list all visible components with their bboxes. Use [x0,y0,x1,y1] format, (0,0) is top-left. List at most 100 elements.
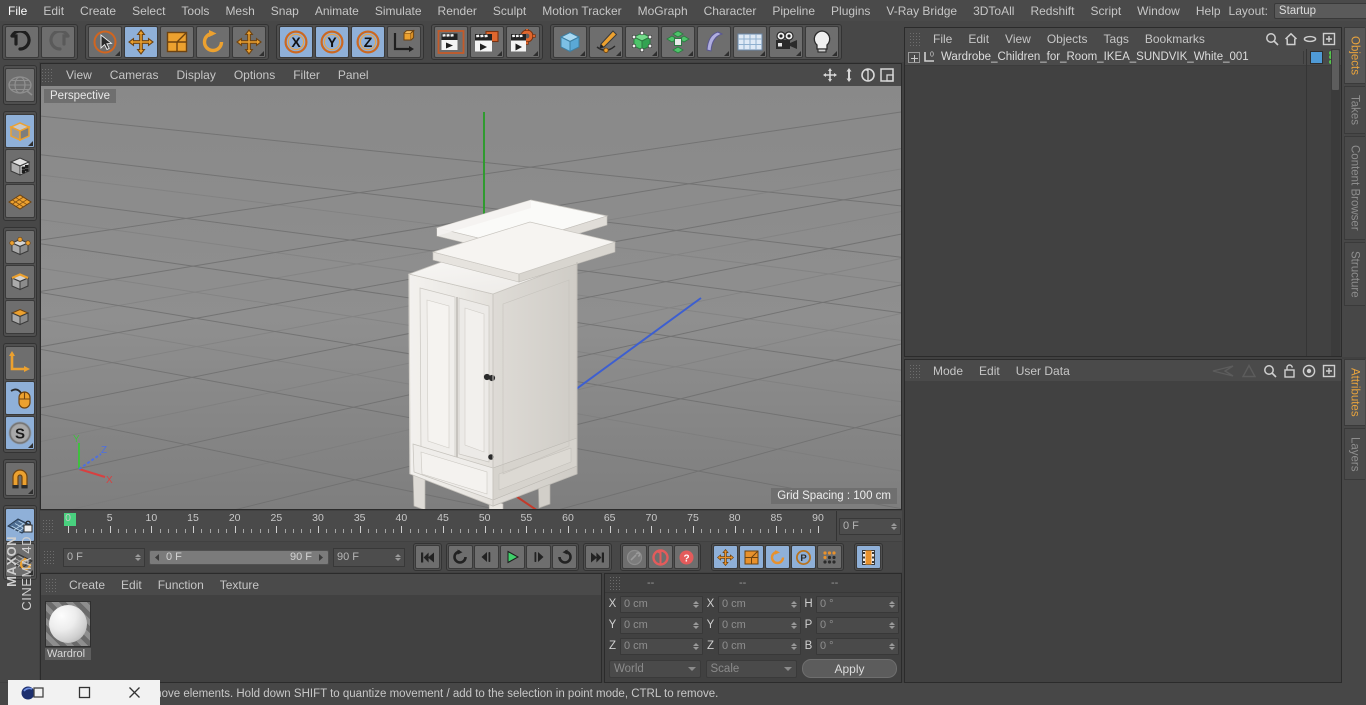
end-frame-field[interactable]: 90 F [333,547,405,567]
search-attributes-icon[interactable] [1263,364,1277,378]
position-z-field[interactable]: 0 cm [620,637,703,655]
timeline-current-frame-field[interactable]: 0 F [836,511,902,541]
viewport-menu-panel[interactable]: Panel [329,64,378,86]
menu-item-file[interactable]: File [0,0,35,22]
position-x-field[interactable]: 0 cm [620,595,703,613]
expand-toggle-icon[interactable] [908,51,920,63]
spinner-icon[interactable] [134,551,141,563]
lock-x-axis-button[interactable]: X [279,25,313,58]
redo-button[interactable] [41,25,75,58]
rotation-p-field[interactable]: 0 ° [816,616,899,634]
side-tab-attributes[interactable]: Attributes [1343,359,1365,426]
live-selection-tool[interactable] [88,25,122,58]
table-row[interactable]: 0 Wardrobe_Children_for_Room_IKEA_SUNDVI… [905,49,1341,66]
panel-grip-icon[interactable] [609,576,621,590]
record-active-objects-button[interactable] [622,545,647,569]
menu-item-mesh[interactable]: Mesh [217,0,262,22]
spinner-icon[interactable] [790,640,797,652]
menu-item-snap[interactable]: Snap [263,0,307,22]
rotation-key-button[interactable] [765,545,790,569]
side-tab-structure[interactable]: Structure [1343,241,1365,307]
lock-icon[interactable] [1283,363,1296,378]
go-to-start-button[interactable] [415,545,440,569]
lock-z-axis-button[interactable]: Z [351,25,385,58]
viewport-menu-options[interactable]: Options [225,64,284,86]
undo-view-button[interactable] [4,68,35,102]
viewport-menu-display[interactable]: Display [167,64,224,86]
add-environment-button[interactable] [733,25,767,58]
scale-key-button[interactable] [739,545,764,569]
menu-item-help[interactable]: Help [1188,0,1229,22]
undo-button[interactable] [5,25,39,58]
menu-item-pipeline[interactable]: Pipeline [764,0,823,22]
side-tab-content-browser[interactable]: Content Browser [1343,136,1365,240]
size-y-field[interactable]: 0 cm [718,616,801,634]
attributes-menu-edit[interactable]: Edit [971,360,1008,382]
object-manager-menu-edit[interactable]: Edit [960,28,997,50]
layout-dropdown[interactable]: Startup [1273,2,1366,19]
menu-item-motion-tracker[interactable]: Motion Tracker [534,0,629,22]
size-z-field[interactable]: 0 cm [718,637,801,655]
object-manager-menu-view[interactable]: View [997,28,1039,50]
rotation-h-field[interactable]: 0 ° [816,595,899,613]
spinner-icon[interactable] [394,551,401,563]
attributes-menu-mode[interactable]: Mode [925,360,971,382]
viewport-menu-filter[interactable]: Filter [284,64,329,86]
object-manager-tree[interactable]: 0 Wardrobe_Children_for_Room_IKEA_SUNDVI… [905,49,1341,356]
material-menu-edit[interactable]: Edit [113,574,150,596]
menu-item-animate[interactable]: Animate [307,0,367,22]
spinner-icon[interactable] [888,619,895,631]
spinner-icon[interactable] [890,520,897,532]
material-menu-texture[interactable]: Texture [212,574,267,596]
object-manager-menu-tags[interactable]: Tags [1096,28,1137,50]
model-mode-button[interactable] [4,149,35,183]
add-scene-object-button[interactable] [697,25,731,58]
menu-item-render[interactable]: Render [430,0,485,22]
scale-tool[interactable] [160,25,194,58]
move-tool[interactable] [124,25,158,58]
step-back-button[interactable] [474,545,499,569]
rotate-tool[interactable] [196,25,230,58]
point-level-animation-button[interactable] [817,545,842,569]
menu-item-simulate[interactable]: Simulate [367,0,430,22]
menu-item-v-ray-bridge[interactable]: V-Ray Bridge [878,0,965,22]
enable-axis-modification-button[interactable] [4,346,35,380]
history-forward-icon[interactable] [1241,363,1257,378]
range-left-arrow-icon[interactable] [153,553,162,562]
menu-item-select[interactable]: Select [124,0,173,22]
spinner-icon[interactable] [692,640,699,652]
render-view-button[interactable] [434,25,468,58]
material-item[interactable]: Wardrol [45,601,93,660]
add-deformer-button[interactable] [661,25,695,58]
viewport-menu-view[interactable]: View [57,64,101,86]
viewport-solo-button[interactable] [4,381,35,415]
rotation-b-field[interactable]: 0 ° [816,637,899,655]
go-to-next-key-button[interactable] [552,545,577,569]
panel-grip-icon[interactable] [43,550,55,564]
autokeying-button[interactable] [648,545,673,569]
dolly-view-icon[interactable] [841,67,857,83]
search-objects-icon[interactable] [1265,32,1279,46]
points-mode-button[interactable] [4,230,35,264]
spinner-icon[interactable] [888,598,895,610]
position-y-field[interactable]: 0 cm [620,616,703,634]
pan-view-icon[interactable] [822,67,838,83]
home-icon[interactable] [1284,32,1298,46]
range-right-arrow-icon[interactable] [316,553,325,562]
object-manager-menu-objects[interactable]: Objects [1039,28,1096,50]
go-to-end-button[interactable] [585,545,610,569]
menu-item-redshift[interactable]: Redshift [1022,0,1082,22]
panel-grip-icon[interactable] [42,519,54,533]
spinner-icon[interactable] [692,619,699,631]
pin-target-icon[interactable] [1302,364,1316,378]
preview-range-slider[interactable]: 0 F 90 F [149,549,329,565]
spinner-icon[interactable] [790,598,797,610]
menu-item-script[interactable]: Script [1082,0,1129,22]
texture-mode-button[interactable] [4,184,35,218]
side-tab-takes[interactable]: Takes [1343,86,1365,135]
menu-item-create[interactable]: Create [72,0,124,22]
menu-item-sculpt[interactable]: Sculpt [485,0,534,22]
panel-grip-icon[interactable] [909,31,921,46]
step-forward-button[interactable] [526,545,551,569]
apply-button[interactable]: Apply [802,659,897,678]
